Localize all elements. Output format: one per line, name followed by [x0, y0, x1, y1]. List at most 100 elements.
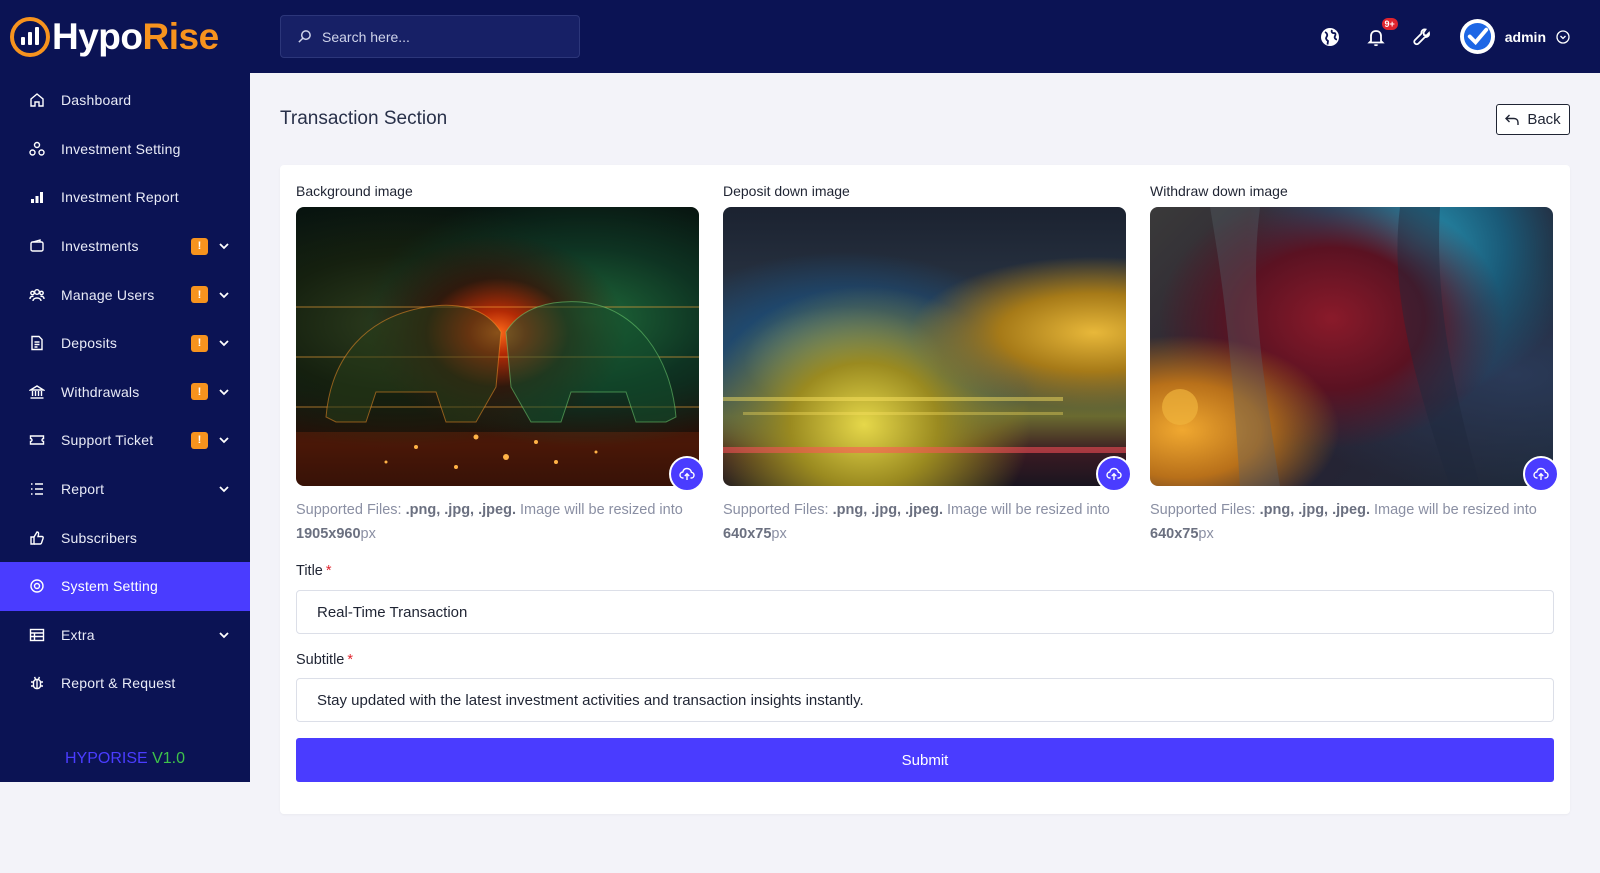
sidebar-item-deposits[interactable]: Deposits ! [0, 319, 250, 368]
title-input[interactable] [296, 590, 1554, 634]
sidebar-item-label: Extra [61, 626, 95, 643]
wallet-icon [28, 237, 46, 255]
image-label: Withdraw down image [1150, 183, 1288, 199]
bug-icon [28, 674, 46, 692]
upload-cloud-icon[interactable] [669, 456, 705, 492]
chevron-down-circle-icon [1556, 29, 1570, 44]
image-label: Deposit down image [723, 183, 850, 199]
withdraw-down-image-uploader: Withdraw down image Supported Files: .pn… [1150, 183, 1559, 546]
deposit-down-image-preview[interactable] [723, 207, 1132, 492]
search-icon [298, 30, 311, 43]
avatar [1459, 19, 1495, 54]
back-arrow-icon [1505, 114, 1520, 125]
sidebar-item-label: Deposits [61, 335, 118, 352]
thumbs-up-icon [28, 529, 46, 547]
back-button[interactable]: Back [1496, 104, 1570, 135]
alert-badge: ! [191, 334, 208, 352]
sidebar-item-system-setting[interactable]: System Setting [0, 561, 250, 611]
transaction-form-card: Background image Supported Files: .png, … [280, 165, 1570, 814]
sidebar-item-extra[interactable]: Extra [0, 611, 250, 660]
page-title: Transaction Section [280, 108, 448, 129]
bull-illustration [296, 301, 699, 486]
sidebar-item-label: Subscribers [61, 529, 138, 546]
sidebar-item-investment-setting[interactable]: Investment Setting [0, 125, 250, 174]
image-hint: Supported Files: .png, .jpg, .jpeg. Imag… [1150, 502, 1537, 542]
background-image-uploader: Background image Supported Files: .png, … [296, 183, 705, 546]
back-button-label: Back [1527, 111, 1561, 128]
sidebar-item-withdrawals[interactable]: Withdrawals ! [0, 368, 250, 417]
submit-button[interactable]: Submit [296, 738, 1554, 782]
sidebar-item-label: Manage Users [61, 286, 155, 303]
chevron-down-icon[interactable] [218, 629, 230, 641]
wrench-icon[interactable] [1410, 25, 1434, 49]
user-menu[interactable]: admin [1459, 19, 1570, 54]
app-version: HYPORISE V1.0 [0, 750, 250, 768]
sidebar: HypoRise Dashboard Investment Setting In… [0, 0, 250, 782]
ticket-icon [28, 431, 46, 449]
background-image-preview[interactable] [296, 207, 705, 492]
title-label: Title * [296, 563, 332, 579]
sidebar-item-label: Investment Report [61, 189, 179, 206]
deposit-down-image-uploader: Deposit down image Supported Files: .png… [723, 183, 1132, 546]
nodes-icon [28, 140, 46, 158]
table-icon [28, 626, 46, 644]
alert-badge: ! [191, 431, 208, 449]
withdraw-down-image-preview[interactable] [1150, 207, 1559, 492]
top-bar: 9+ admin [250, 0, 1600, 73]
chevron-down-icon[interactable] [218, 483, 230, 495]
chevron-down-icon[interactable] [218, 289, 230, 301]
sidebar-item-investment-report[interactable]: Investment Report [0, 173, 250, 222]
version-name: HYPORISE [64, 750, 148, 767]
chevron-down-icon[interactable] [218, 240, 230, 252]
language-globe-icon[interactable] [1318, 25, 1342, 49]
chevron-down-icon[interactable] [218, 434, 230, 446]
sidebar-item-label: Report [61, 481, 105, 498]
abstract-figure-image [1162, 207, 1480, 486]
home-icon [28, 91, 46, 109]
bar-chart-icon [28, 188, 46, 206]
brand-name-part1: Hypo [52, 15, 143, 57]
subtitle-input[interactable] [296, 678, 1554, 722]
chevron-down-icon[interactable] [218, 337, 230, 349]
version-number: V1.0 [152, 750, 186, 767]
alert-badge: ! [191, 286, 208, 304]
list-icon [28, 480, 46, 498]
sidebar-item-support-ticket[interactable]: Support Ticket ! [0, 416, 250, 465]
search-input[interactable] [322, 28, 562, 45]
alert-badge: ! [191, 237, 208, 255]
brand-name-part2: Rise [142, 15, 220, 57]
sidebar-item-investments[interactable]: Investments ! [0, 222, 250, 271]
search-box [280, 15, 580, 58]
chevron-down-icon[interactable] [218, 386, 230, 398]
notification-bell-icon[interactable]: 9+ [1364, 17, 1398, 49]
abstract-trading-image [723, 397, 1126, 453]
sidebar-item-subscribers[interactable]: Subscribers [0, 513, 250, 562]
brand-logo[interactable]: HypoRise [0, 0, 250, 73]
sidebar-item-dashboard[interactable]: Dashboard [0, 76, 250, 125]
sidebar-item-label: Dashboard [61, 92, 132, 109]
bank-icon [28, 383, 46, 401]
image-label: Background image [296, 183, 413, 199]
subtitle-label: Subtitle * [296, 652, 354, 668]
sidebar-item-label: Support Ticket [61, 432, 154, 449]
sidebar-item-label: Withdrawals [61, 383, 140, 400]
sidebar-menu: Dashboard Investment Setting Investment … [0, 76, 250, 708]
receipt-icon [28, 334, 46, 352]
logo-icon [10, 16, 50, 57]
sidebar-item-manage-users[interactable]: Manage Users ! [0, 270, 250, 319]
users-icon [28, 286, 46, 304]
sidebar-item-label: System Setting [61, 578, 158, 595]
settings-icon [28, 577, 46, 595]
sidebar-item-report[interactable]: Report [0, 465, 250, 514]
checkmark-logo-icon [1463, 22, 1491, 51]
user-name: admin [1504, 28, 1546, 45]
sidebar-item-label: Report & Request [61, 675, 176, 692]
sidebar-item-label: Investment Setting [61, 140, 181, 157]
sidebar-item-report-request[interactable]: Report & Request [0, 659, 250, 708]
upload-cloud-icon[interactable] [1523, 456, 1559, 492]
notification-count-badge: 9+ [1381, 17, 1398, 30]
sidebar-item-label: Investments [61, 238, 139, 255]
image-hint: Supported Files: .png, .jpg, .jpeg. Imag… [296, 502, 683, 542]
upload-cloud-icon[interactable] [1096, 456, 1132, 492]
alert-badge: ! [191, 383, 208, 401]
